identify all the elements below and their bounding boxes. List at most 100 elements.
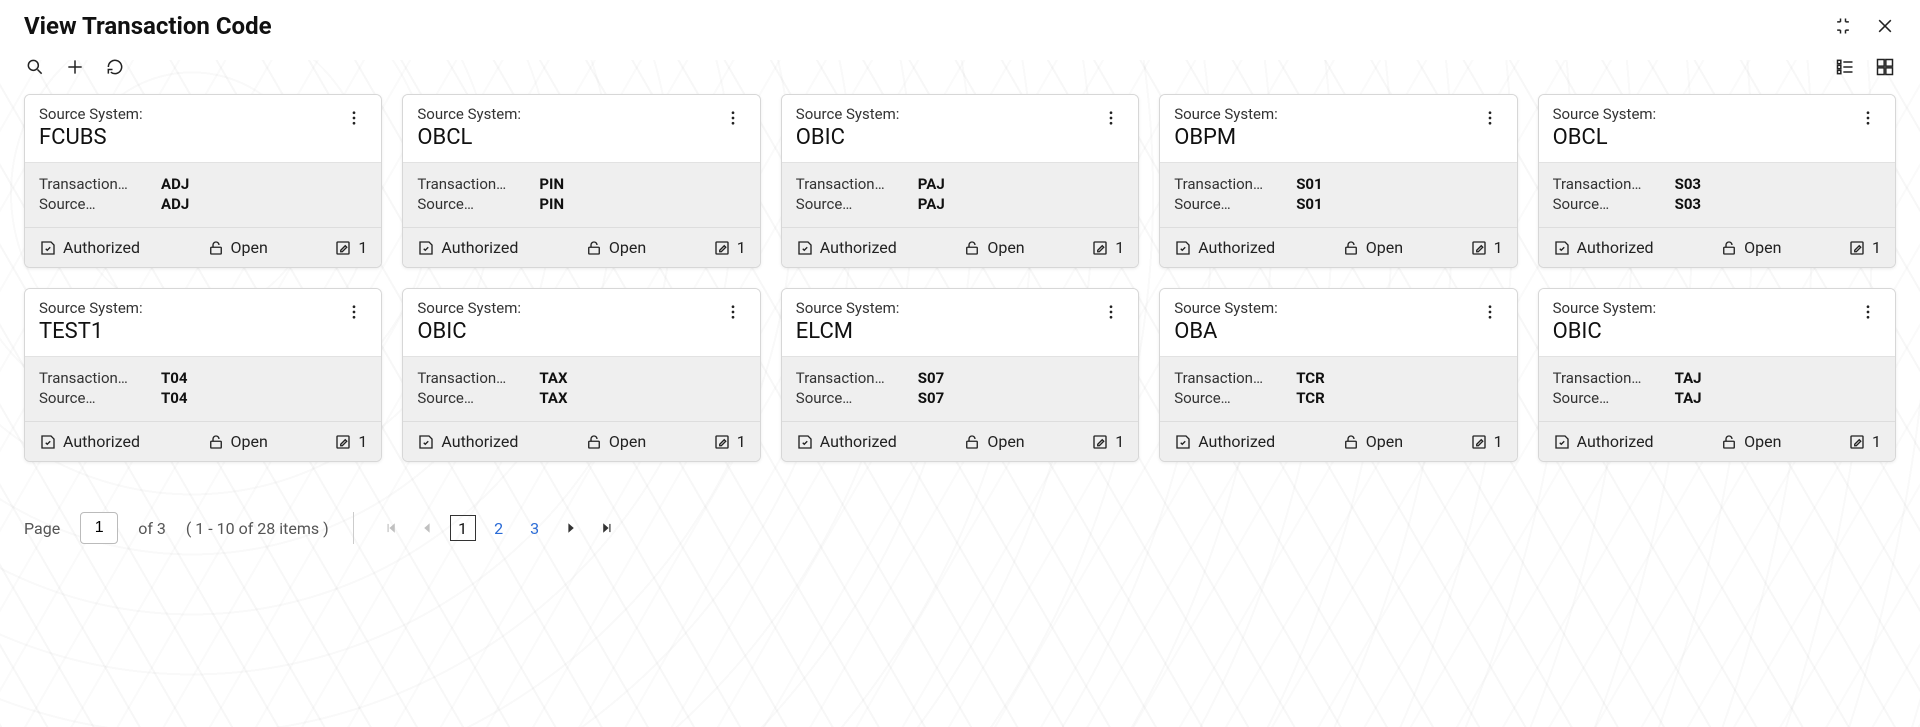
transaction-value: TAJ [1675, 369, 1702, 387]
card-head: Source System: ELCM [782, 289, 1138, 356]
card-body: Transaction…S01 Source…S01 [1160, 162, 1516, 227]
record-card: Source System: ELCM Transaction…S07 Sour… [781, 288, 1139, 462]
card-menu-icon[interactable] [341, 299, 367, 329]
source-system-label: Source System: [1553, 105, 1657, 123]
card-head: Source System: OBIC [782, 95, 1138, 162]
transaction-label: Transaction… [796, 175, 906, 193]
source-label: Source… [417, 195, 527, 213]
transaction-value: S07 [918, 369, 944, 387]
page-input[interactable] [80, 512, 118, 544]
next-page-button[interactable] [558, 515, 584, 541]
card-foot: Authorized Open 1 [403, 227, 759, 267]
card-head: Source System: FCUBS [25, 95, 381, 162]
transaction-label: Transaction… [1174, 369, 1284, 387]
open-label: Open [1366, 432, 1403, 451]
open-status: Open [207, 238, 268, 257]
transaction-value: S01 [1296, 175, 1322, 193]
card-menu-icon[interactable] [720, 105, 746, 135]
collapse-icon[interactable] [1832, 15, 1854, 37]
toolbar [0, 48, 1920, 94]
tile-view-icon[interactable] [1874, 56, 1896, 78]
card-foot: Authorized Open 1 [25, 421, 381, 461]
transaction-value: S03 [1675, 175, 1701, 193]
authorized-label: Authorized [820, 432, 897, 451]
transaction-label: Transaction… [39, 175, 149, 193]
pagination: Page of 3 ( 1 - 10 of 28 items ) 1 2 3 [0, 462, 1920, 544]
first-page-button[interactable] [378, 515, 404, 541]
title-bar: View Transaction Code [0, 0, 1920, 48]
authorized-label: Authorized [441, 238, 518, 257]
list-view-icon[interactable] [1834, 56, 1856, 78]
authorized-status: Authorized [39, 432, 140, 451]
transaction-label: Transaction… [39, 369, 149, 387]
source-label: Source… [1174, 389, 1284, 407]
record-card: Source System: FCUBS Transaction… ADJ Sou… [24, 94, 382, 268]
source-value: T04 [161, 389, 188, 407]
card-foot: Authorized Open 1 [403, 421, 759, 461]
source-system-value: TEST1 [39, 319, 143, 344]
source-system-label: Source System: [417, 105, 521, 123]
page-number-2[interactable]: 2 [486, 515, 512, 541]
page-number-1[interactable]: 1 [450, 515, 476, 541]
card-body: Transaction…S03 Source…S03 [1539, 162, 1895, 227]
card-foot: Authorized Open 1 [1539, 227, 1895, 267]
card-menu-icon[interactable] [341, 105, 367, 135]
authorized-status: Authorized [796, 238, 897, 257]
source-label: Source… [1553, 195, 1663, 213]
source-system-value: OBIC [417, 319, 521, 344]
edit-count-value: 1 [1115, 432, 1124, 451]
transaction-label: Transaction… [1553, 175, 1663, 193]
card-head: Source System: OBPM [1160, 95, 1516, 162]
record-card: Source System: OBCL Transaction…PIN Sour… [402, 94, 760, 268]
close-icon[interactable] [1874, 15, 1896, 37]
edit-count: 1 [1470, 432, 1503, 451]
open-label: Open [987, 432, 1024, 451]
card-foot: Authorized Open 1 [782, 421, 1138, 461]
edit-count: 1 [334, 238, 367, 257]
source-value: TCR [1296, 389, 1325, 407]
edit-count: 1 [1848, 238, 1881, 257]
record-card: Source System: OBA Transaction…TCR Sourc… [1159, 288, 1517, 462]
source-system-label: Source System: [39, 105, 143, 123]
card-menu-icon[interactable] [1477, 105, 1503, 135]
add-icon[interactable] [64, 56, 86, 78]
card-head: Source System: OBCL [1539, 95, 1895, 162]
open-label: Open [1744, 238, 1781, 257]
record-card: Source System: OBIC Transaction…TAX Sour… [402, 288, 760, 462]
authorized-label: Authorized [1198, 432, 1275, 451]
source-system-label: Source System: [796, 299, 900, 317]
refresh-icon[interactable] [104, 56, 126, 78]
open-label: Open [609, 432, 646, 451]
pagination-separator [353, 512, 354, 544]
transaction-value: ADJ [161, 175, 189, 193]
authorized-status: Authorized [417, 432, 518, 451]
page-range: ( 1 - 10 of 28 items ) [186, 519, 329, 538]
card-foot: Authorized Open 1 [25, 227, 381, 267]
source-system-value: OBA [1174, 319, 1278, 344]
card-head: Source System: OBIC [1539, 289, 1895, 356]
page-number-3[interactable]: 3 [522, 515, 548, 541]
card-menu-icon[interactable] [1098, 299, 1124, 329]
search-icon[interactable] [24, 56, 46, 78]
source-value: PAJ [918, 195, 945, 213]
card-body: Transaction…S07 Source…S07 [782, 356, 1138, 421]
edit-count-value: 1 [1872, 432, 1881, 451]
source-value: TAJ [1675, 389, 1702, 407]
source-label: Source… [1553, 389, 1663, 407]
authorized-label: Authorized [1577, 432, 1654, 451]
last-page-button[interactable] [594, 515, 620, 541]
transaction-value: T04 [161, 369, 188, 387]
card-menu-icon[interactable] [1477, 299, 1503, 329]
card-body: Transaction…PIN Source…PIN [403, 162, 759, 227]
source-value: S07 [918, 389, 944, 407]
card-menu-icon[interactable] [1098, 105, 1124, 135]
prev-page-button[interactable] [414, 515, 440, 541]
source-system-value: OBIC [796, 125, 900, 150]
card-body: Transaction…TAX Source…TAX [403, 356, 759, 421]
card-menu-icon[interactable] [1855, 105, 1881, 135]
card-menu-icon[interactable] [1855, 299, 1881, 329]
edit-count-value: 1 [1494, 238, 1503, 257]
card-menu-icon[interactable] [720, 299, 746, 329]
record-card: Source System: OBIC Transaction…PAJ Sour… [781, 94, 1139, 268]
authorized-status: Authorized [417, 238, 518, 257]
